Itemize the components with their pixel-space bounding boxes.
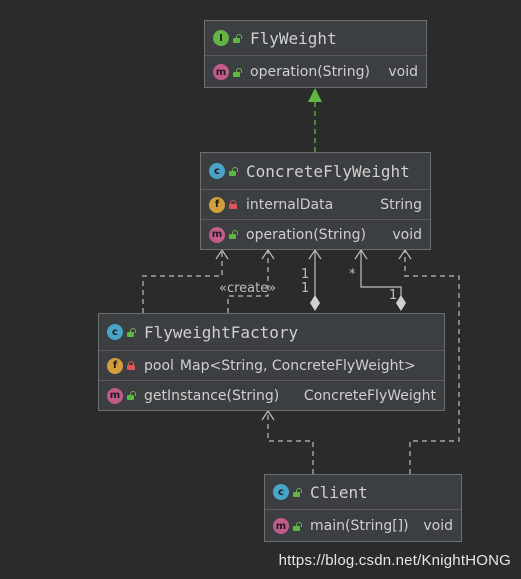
public-lock-icon	[233, 67, 242, 77]
aggregation-diamond	[310, 295, 320, 311]
interface-icon: I	[213, 30, 229, 46]
class-header: c FlyweightFactory	[99, 314, 444, 350]
private-lock-icon	[229, 200, 238, 209]
class-box-flyweightfactory[interactable]: c FlyweightFactory f pool Map<String, Co…	[98, 313, 445, 411]
member-type: void	[392, 226, 422, 243]
member-name: operation(String)	[250, 64, 370, 80]
class-header: c ConcreteFlyWeight	[201, 153, 430, 189]
class-header: I FlyWeight	[205, 21, 426, 55]
member-type: String	[380, 196, 422, 213]
private-lock-icon	[127, 361, 136, 370]
class-icon: c	[107, 324, 123, 340]
member-row: m operation(String) void	[201, 219, 430, 249]
field-icon: f	[107, 357, 123, 374]
class-name: ConcreteFlyWeight	[246, 161, 410, 181]
realization-arrowhead	[308, 88, 322, 102]
member-type: Map<String, ConcreteFlyWeight>	[179, 357, 416, 374]
member-row: f pool Map<String, ConcreteFlyWeight>	[99, 350, 444, 380]
member-row: m main(String[]) void	[265, 509, 461, 542]
multiplicity-label: 1	[301, 281, 310, 296]
watermark: https://blog.csdn.net/KnightHONG	[278, 552, 511, 569]
class-icon: c	[209, 163, 225, 179]
aggregation-diamond-right	[396, 295, 406, 311]
multiplicity-label: 1	[389, 288, 398, 303]
dependency-factory-concrete-left	[142, 250, 223, 313]
public-lock-icon	[293, 487, 302, 497]
dependency-client-factory	[267, 411, 314, 474]
member-row: m operation(String) void	[205, 55, 426, 88]
member-row: f internalData String	[201, 189, 430, 219]
public-lock-icon	[127, 391, 136, 400]
public-lock-icon	[293, 521, 302, 531]
member-name: pool	[144, 357, 174, 374]
multiplicity-label: 1	[301, 267, 310, 282]
public-lock-icon	[233, 33, 242, 43]
method-icon: m	[213, 64, 229, 80]
member-name: getInstance(String)	[144, 387, 280, 404]
member-name: internalData	[246, 196, 334, 213]
method-icon: m	[107, 387, 123, 404]
public-lock-icon	[127, 327, 136, 337]
class-name: Client	[310, 482, 368, 502]
member-row: m getInstance(String) ConcreteFlyWeight	[99, 380, 444, 410]
member-type: void	[388, 64, 418, 80]
class-box-client[interactable]: c Client m main(String[]) void	[264, 474, 462, 542]
member-name: operation(String)	[246, 226, 366, 243]
create-label: «create»	[219, 281, 277, 296]
class-name: FlyWeight	[250, 28, 337, 48]
class-box-flyweight[interactable]: I FlyWeight m operation(String) void	[204, 20, 427, 88]
method-icon: m	[273, 518, 289, 534]
member-type: void	[423, 518, 453, 534]
class-icon: c	[273, 484, 289, 500]
method-icon: m	[209, 226, 225, 243]
member-type: ConcreteFlyWeight	[303, 387, 436, 404]
public-lock-icon	[229, 166, 238, 176]
field-icon: f	[209, 196, 225, 213]
member-name: main(String[])	[310, 518, 409, 534]
class-box-concreteflyweight[interactable]: c ConcreteFlyWeight f internalData Strin…	[200, 152, 431, 250]
multiplicity-label: *	[349, 267, 356, 282]
class-header: c Client	[265, 475, 461, 509]
public-lock-icon	[229, 230, 238, 239]
class-name: FlyweightFactory	[144, 322, 299, 342]
